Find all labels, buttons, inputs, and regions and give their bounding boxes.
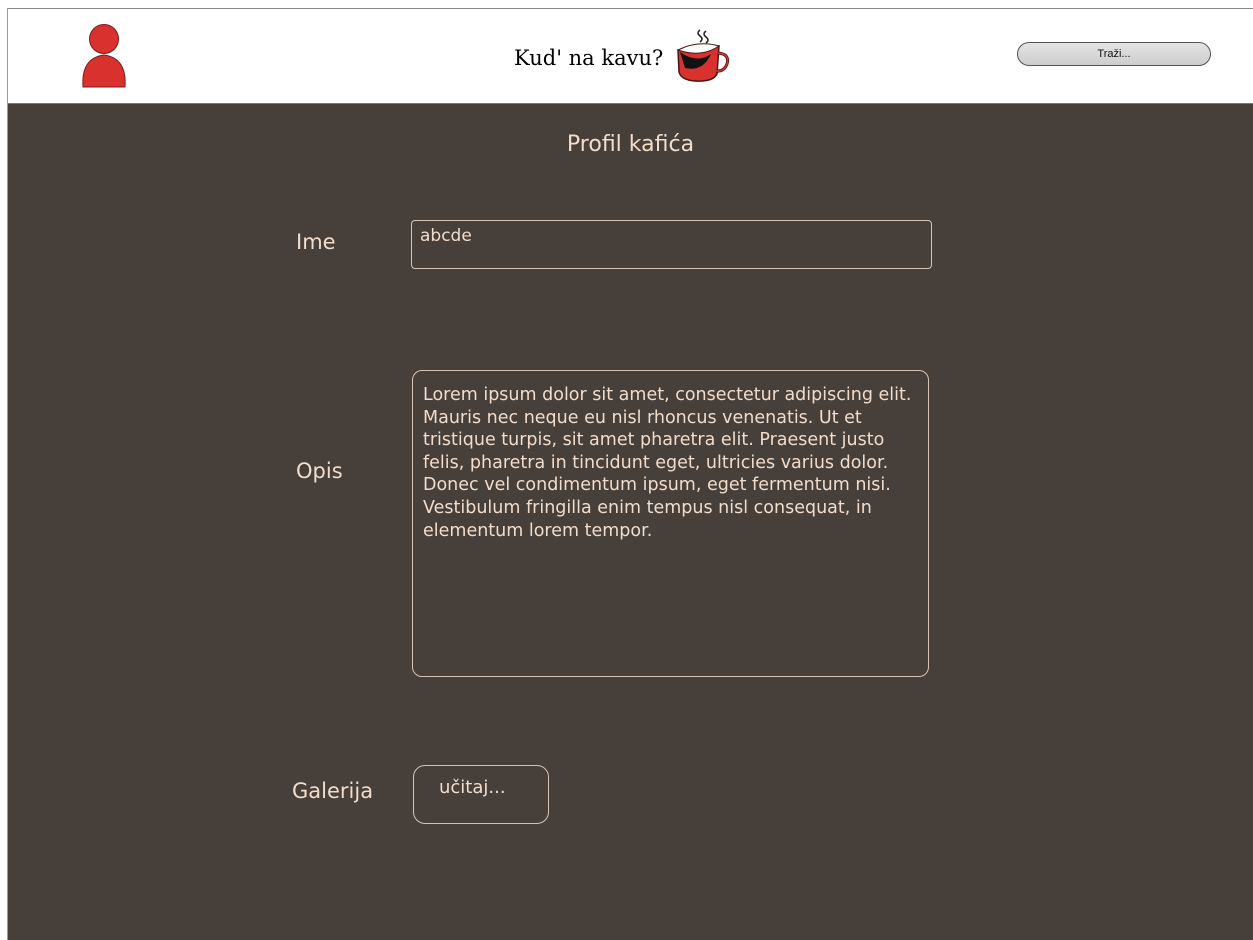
description-textarea[interactable]: Lorem ipsum dolor sit amet, consectetur … [412,370,929,677]
upload-button[interactable]: učitaj... [413,765,549,824]
app-frame: Kud' na kavu? Traži... Profil kafića Ime… [7,8,1253,940]
name-input[interactable]: abcde [411,220,932,269]
brand: Kud' na kavu? [514,29,733,83]
brand-title: Kud' na kavu? [514,46,664,70]
search-button[interactable]: Traži... [1017,42,1211,66]
header: Kud' na kavu? Traži... [8,8,1253,104]
coffee-cup-icon [673,28,733,88]
name-label: Ime [296,230,336,254]
description-label: Opis [296,459,343,483]
page-title: Profil kafića [566,132,695,157]
gallery-label: Galerija [292,779,374,803]
user-icon[interactable] [80,23,128,91]
